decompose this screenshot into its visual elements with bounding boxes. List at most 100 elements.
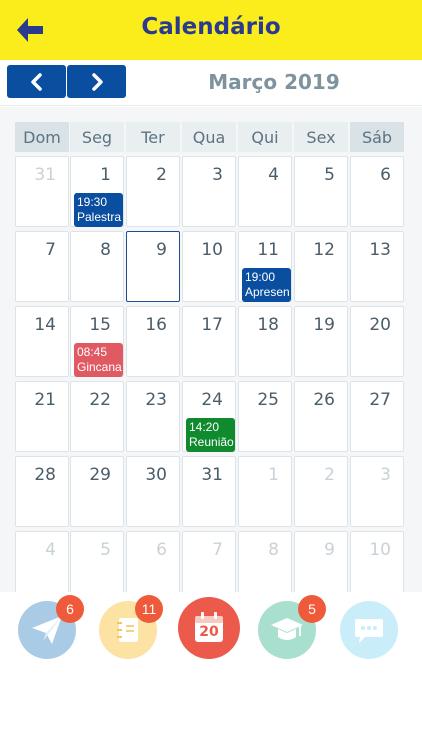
day-cell[interactable]: 25: [238, 381, 292, 452]
calendar-event[interactable]: 19:30 Palestra: [74, 193, 123, 227]
day-number: 13: [369, 240, 391, 260]
day-number: 15: [89, 315, 111, 335]
event-time: 08:45: [77, 345, 108, 359]
day-cell[interactable]: 14: [15, 306, 69, 377]
calendar-event[interactable]: 14:20 Reunião: [186, 418, 235, 452]
day-number: 1: [268, 465, 279, 485]
day-cell[interactable]: 5: [294, 156, 348, 227]
day-cell[interactable]: 29: [70, 456, 124, 527]
school-badge: 5: [298, 595, 326, 623]
day-number: 27: [369, 390, 391, 410]
day-cell[interactable]: 13: [350, 231, 404, 302]
month-label: Março 2019: [208, 70, 340, 94]
day-cell[interactable]: 30: [126, 456, 180, 527]
messages-badge: 6: [56, 595, 84, 623]
calendar-icon: 20: [192, 611, 226, 645]
day-cell[interactable]: 21: [15, 381, 69, 452]
day-cell[interactable]: 8: [70, 231, 124, 302]
day-cell[interactable]: 17: [182, 306, 236, 377]
day-cell[interactable]: 1: [238, 456, 292, 527]
day-number: 26: [313, 390, 335, 410]
day-cell[interactable]: 22: [70, 381, 124, 452]
day-number: 25: [257, 390, 279, 410]
event-time: 19:30: [77, 195, 108, 209]
day-cell[interactable]: 4: [238, 156, 292, 227]
day-cell[interactable]: 11 19:00 Apresen: [238, 231, 292, 302]
day-cell[interactable]: 15 08:45 Gincana: [70, 306, 124, 377]
day-cell[interactable]: 27: [350, 381, 404, 452]
event-title: Gincana: [77, 360, 122, 374]
day-cell[interactable]: 2: [294, 456, 348, 527]
day-cell[interactable]: 2: [126, 156, 180, 227]
event-time: 19:00: [245, 270, 276, 284]
chat-tab[interactable]: [340, 601, 398, 659]
day-cell[interactable]: 12: [294, 231, 348, 302]
day-number: 9: [324, 540, 335, 560]
weekday-header: Qui: [238, 122, 292, 152]
day-number: 16: [145, 315, 167, 335]
day-number: 1: [100, 165, 111, 185]
day-cell[interactable]: 18: [238, 306, 292, 377]
previous-month-button[interactable]: [7, 65, 66, 98]
day-cell[interactable]: 24 14:20 Reunião: [182, 381, 236, 452]
day-cell[interactable]: 10: [182, 231, 236, 302]
day-number: 11: [257, 240, 279, 260]
day-number: 8: [268, 540, 279, 560]
day-cell[interactable]: 20: [350, 306, 404, 377]
day-cell[interactable]: 3: [182, 156, 236, 227]
graduation-cap-icon: [271, 618, 303, 640]
day-cell[interactable]: 1 19:30 Palestra: [70, 156, 124, 227]
event-time: 14:20: [189, 420, 220, 434]
bottom-tab-bar: 6 11 20 5: [0, 592, 422, 750]
calendar-tab[interactable]: 20: [178, 597, 240, 659]
day-number: 8: [100, 240, 111, 260]
day-number: 4: [45, 540, 56, 560]
calendar-event[interactable]: 08:45 Gincana: [74, 343, 123, 377]
chevron-right-icon: [91, 72, 103, 91]
day-cell[interactable]: 26: [294, 381, 348, 452]
weekday-header: Seg: [70, 122, 124, 152]
day-cell[interactable]: 16: [126, 306, 180, 377]
next-month-button[interactable]: [67, 65, 126, 98]
day-number: 7: [212, 540, 223, 560]
day-number: 19: [313, 315, 335, 335]
weekday-header: Ter: [126, 122, 180, 152]
day-cell-selected[interactable]: 9: [126, 231, 180, 302]
day-cell[interactable]: 6: [350, 156, 404, 227]
day-number: 31: [201, 465, 223, 485]
page-title: Calendário: [141, 14, 281, 40]
calendar-event[interactable]: 19:00 Apresen: [242, 268, 291, 302]
day-cell[interactable]: 31: [15, 156, 69, 227]
day-number: 5: [100, 540, 111, 560]
day-number: 31: [34, 165, 56, 185]
day-cell[interactable]: 28: [15, 456, 69, 527]
day-number: 30: [145, 465, 167, 485]
day-cell[interactable]: 23: [126, 381, 180, 452]
day-number: 5: [324, 165, 335, 185]
day-number: 6: [380, 165, 391, 185]
day-number: 18: [257, 315, 279, 335]
day-number: 2: [156, 165, 167, 185]
weekday-header: Dom: [15, 122, 69, 152]
day-number: 21: [34, 390, 56, 410]
day-number: 10: [201, 240, 223, 260]
weekday-header: Sex: [294, 122, 348, 152]
app-header: Calendário: [0, 0, 422, 60]
day-number: 10: [369, 540, 391, 560]
day-cell[interactable]: 7: [15, 231, 69, 302]
day-number: 3: [212, 165, 223, 185]
day-number: 7: [45, 240, 56, 260]
day-number: 22: [89, 390, 111, 410]
day-cell[interactable]: 3: [350, 456, 404, 527]
day-number: 29: [89, 465, 111, 485]
agenda-badge: 11: [135, 595, 163, 623]
day-number: 17: [201, 315, 223, 335]
day-number: 6: [156, 540, 167, 560]
day-number: 14: [34, 315, 56, 335]
day-number: 4: [268, 165, 279, 185]
day-cell[interactable]: 31: [182, 456, 236, 527]
day-cell[interactable]: 19: [294, 306, 348, 377]
weekday-header: Qua: [182, 122, 236, 152]
day-number: 12: [313, 240, 335, 260]
weekday-header: Sáb: [350, 122, 404, 152]
